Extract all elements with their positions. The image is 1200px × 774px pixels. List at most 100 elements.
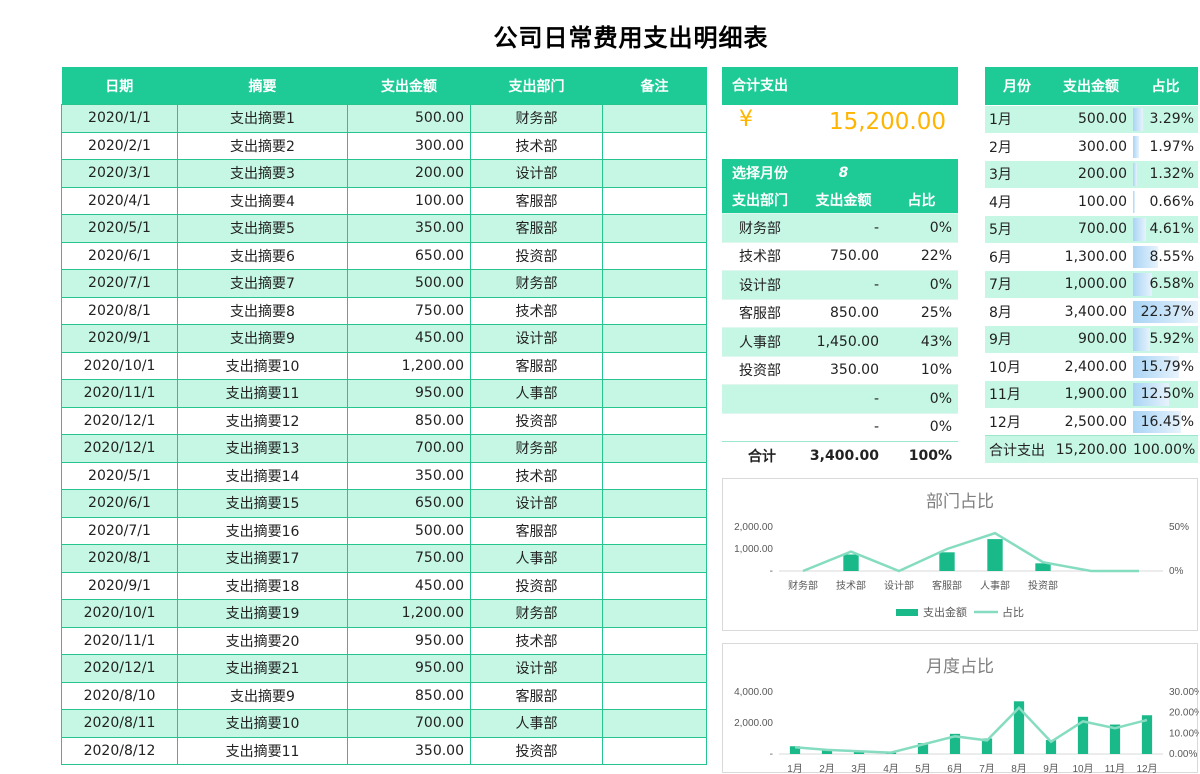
cell-summary[interactable]: 支出摘要12 [177, 406, 348, 435]
cell-date[interactable]: 2020/4/1 [61, 186, 178, 215]
cell-date[interactable]: 2020/1/1 [61, 104, 178, 133]
cell-amount[interactable]: 850.00 [347, 681, 471, 710]
monthly-header-amount[interactable]: 支出金额 [1049, 67, 1133, 106]
cell-department[interactable]: 客服部 [470, 186, 603, 215]
cell-summary[interactable]: 支出摘要7 [177, 269, 348, 298]
cell-amount[interactable]: 200.00 [347, 159, 471, 188]
month-amount[interactable]: 500.00 [1049, 105, 1133, 133]
cell-amount[interactable]: 1,200.00 [347, 351, 471, 380]
cell-summary[interactable]: 支出摘要11 [177, 736, 348, 765]
monthly-total-ratio[interactable]: 100.00% [1133, 435, 1198, 463]
cell-date[interactable]: 2020/8/11 [61, 709, 178, 738]
cell-department[interactable]: 设计部 [470, 489, 603, 518]
dept-header-amount[interactable]: 支出金额 [802, 187, 885, 214]
monthly-header-month[interactable]: 月份 [985, 67, 1049, 106]
dept-ratio[interactable]: 25% [885, 298, 958, 328]
cell-department[interactable]: 技术部 [470, 626, 603, 655]
cell-date[interactable]: 2020/12/1 [61, 654, 178, 683]
bar-mark[interactable] [987, 539, 1003, 571]
cell-department[interactable]: 财务部 [470, 599, 603, 628]
cell-date[interactable]: 2020/3/1 [61, 159, 178, 188]
month-ratio[interactable]: 16.45% [1133, 407, 1198, 436]
dept-name[interactable]: 投资部 [722, 355, 802, 385]
ratio-line[interactable] [794, 705, 1148, 754]
month-name[interactable]: 1月 [985, 105, 1049, 133]
cell-date[interactable]: 2020/8/1 [61, 544, 178, 573]
cell-summary[interactable]: 支出摘要2 [177, 131, 348, 160]
month-name[interactable]: 11月 [985, 380, 1049, 408]
cell-amount[interactable]: 850.00 [347, 406, 471, 435]
cell-date[interactable]: 2020/8/1 [61, 296, 178, 325]
cell-remark[interactable] [602, 131, 707, 160]
department-ratio-chart[interactable]: 部门占比 -1,000.00 2,000.00 0% 50% 财务部 技术部 设计部 客服部人… [722, 478, 1198, 631]
cell-amount[interactable]: 500.00 [347, 516, 471, 545]
month-name[interactable]: 8月 [985, 297, 1049, 326]
dept-ratio[interactable]: 43% [885, 327, 958, 356]
dept-ratio[interactable]: 22% [885, 241, 958, 271]
dept-name[interactable] [722, 412, 802, 442]
cell-department[interactable]: 客服部 [470, 351, 603, 380]
month-amount[interactable]: 1,300.00 [1049, 242, 1133, 271]
month-name[interactable]: 9月 [985, 325, 1049, 353]
cell-remark[interactable] [602, 654, 707, 683]
dept-total-amount[interactable]: 3,400.00 [802, 441, 885, 470]
cell-department[interactable]: 财务部 [470, 104, 603, 133]
month-amount[interactable]: 2,500.00 [1049, 407, 1133, 436]
month-amount[interactable]: 3,400.00 [1049, 297, 1133, 326]
month-ratio[interactable]: 8.55% [1133, 242, 1198, 271]
cell-summary[interactable]: 支出摘要10 [177, 351, 348, 380]
cell-date[interactable]: 2020/10/1 [61, 351, 178, 380]
cell-summary[interactable]: 支出摘要18 [177, 571, 348, 600]
cell-date[interactable]: 2020/6/1 [61, 241, 178, 270]
total-label[interactable]: 合计支出 [722, 67, 958, 105]
cell-department[interactable]: 投资部 [470, 736, 603, 765]
month-amount[interactable]: 700.00 [1049, 215, 1133, 243]
dept-header-department[interactable]: 支出部门 [722, 187, 802, 214]
cell-date[interactable]: 2020/10/1 [61, 599, 178, 628]
cell-department[interactable]: 技术部 [470, 296, 603, 325]
cell-summary[interactable]: 支出摘要13 [177, 434, 348, 463]
cell-department[interactable]: 技术部 [470, 131, 603, 160]
dept-amount[interactable]: 350.00 [802, 355, 885, 385]
cell-department[interactable]: 客服部 [470, 681, 603, 710]
cell-amount[interactable]: 750.00 [347, 296, 471, 325]
dept-ratio[interactable]: 0% [885, 384, 958, 413]
month-ratio[interactable]: 15.79% [1133, 352, 1198, 381]
cell-summary[interactable]: 支出摘要19 [177, 599, 348, 628]
cell-amount[interactable]: 350.00 [347, 214, 471, 243]
monthly-total-amount[interactable]: 15,200.00 [1049, 435, 1133, 463]
cell-department[interactable]: 财务部 [470, 434, 603, 463]
month-name[interactable]: 2月 [985, 132, 1049, 161]
dept-total-ratio[interactable]: 100% [885, 441, 958, 470]
cell-remark[interactable] [602, 461, 707, 490]
header-amount[interactable]: 支出金额 [347, 67, 471, 105]
bar-mark[interactable] [939, 552, 955, 571]
monthly-ratio-chart[interactable]: 月度占比 -2,000.004,000.000.00%10.00%20.00%3… [722, 643, 1199, 774]
cell-department[interactable]: 投资部 [470, 406, 603, 435]
cell-department[interactable]: 人事部 [470, 379, 603, 408]
cell-remark[interactable] [602, 709, 707, 738]
cell-department[interactable]: 财务部 [470, 269, 603, 298]
cell-amount[interactable]: 450.00 [347, 324, 471, 353]
cell-remark[interactable] [602, 214, 707, 243]
cell-summary[interactable]: 支出摘要9 [177, 324, 348, 353]
month-ratio[interactable]: 1.32% [1133, 160, 1198, 188]
cell-date[interactable]: 2020/8/10 [61, 681, 178, 710]
cell-amount[interactable]: 100.00 [347, 186, 471, 215]
cell-remark[interactable] [602, 351, 707, 380]
month-amount[interactable]: 900.00 [1049, 325, 1133, 353]
total-value-cell[interactable]: ¥ 15,200.00 [722, 105, 958, 147]
cell-amount[interactable]: 650.00 [347, 489, 471, 518]
dept-amount[interactable]: 1,450.00 [802, 327, 885, 356]
cell-amount[interactable]: 700.00 [347, 434, 471, 463]
cell-remark[interactable] [602, 736, 707, 765]
dept-header-ratio[interactable]: 占比 [885, 187, 958, 214]
cell-date[interactable]: 2020/9/1 [61, 571, 178, 600]
dept-name[interactable]: 技术部 [722, 241, 802, 271]
cell-department[interactable]: 客服部 [470, 214, 603, 243]
month-ratio[interactable]: 12.50% [1133, 380, 1198, 408]
cell-amount[interactable]: 500.00 [347, 269, 471, 298]
cell-amount[interactable]: 950.00 [347, 379, 471, 408]
cell-remark[interactable] [602, 296, 707, 325]
cell-date[interactable]: 2020/11/1 [61, 626, 178, 655]
